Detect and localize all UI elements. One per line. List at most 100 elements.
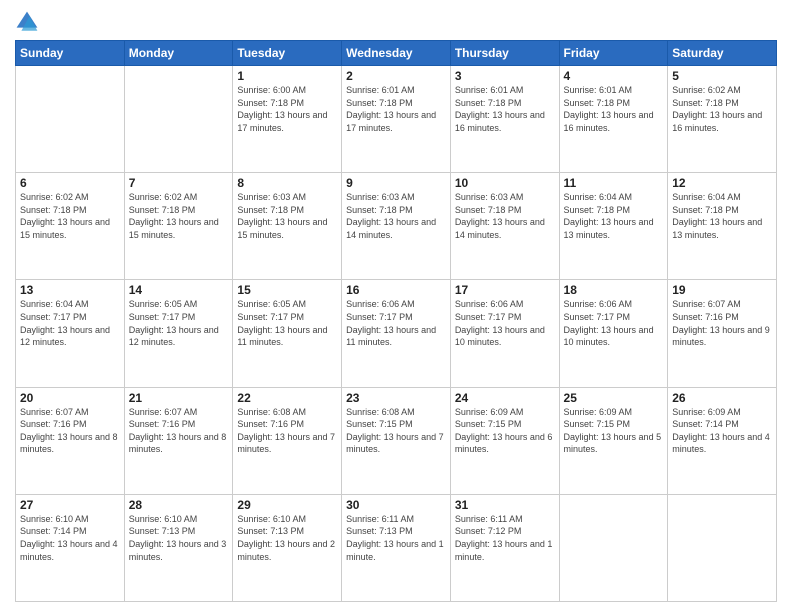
calendar-cell: 4Sunrise: 6:01 AM Sunset: 7:18 PM Daylig…: [559, 66, 668, 173]
day-number: 3: [455, 69, 555, 83]
calendar-cell: 5Sunrise: 6:02 AM Sunset: 7:18 PM Daylig…: [668, 66, 777, 173]
calendar-cell: 10Sunrise: 6:03 AM Sunset: 7:18 PM Dayli…: [450, 173, 559, 280]
day-info: Sunrise: 6:05 AM Sunset: 7:17 PM Dayligh…: [237, 298, 337, 348]
day-info: Sunrise: 6:03 AM Sunset: 7:18 PM Dayligh…: [237, 191, 337, 241]
day-number: 8: [237, 176, 337, 190]
day-info: Sunrise: 6:03 AM Sunset: 7:18 PM Dayligh…: [346, 191, 446, 241]
calendar-cell: 18Sunrise: 6:06 AM Sunset: 7:17 PM Dayli…: [559, 280, 668, 387]
calendar-cell: [559, 494, 668, 601]
day-number: 19: [672, 283, 772, 297]
header: [15, 10, 777, 34]
calendar-cell: 20Sunrise: 6:07 AM Sunset: 7:16 PM Dayli…: [16, 387, 125, 494]
calendar-cell: 16Sunrise: 6:06 AM Sunset: 7:17 PM Dayli…: [342, 280, 451, 387]
day-number: 12: [672, 176, 772, 190]
day-info: Sunrise: 6:06 AM Sunset: 7:17 PM Dayligh…: [455, 298, 555, 348]
calendar-table: SundayMondayTuesdayWednesdayThursdayFrid…: [15, 40, 777, 602]
day-info: Sunrise: 6:08 AM Sunset: 7:15 PM Dayligh…: [346, 406, 446, 456]
day-number: 6: [20, 176, 120, 190]
day-number: 25: [564, 391, 664, 405]
day-info: Sunrise: 6:08 AM Sunset: 7:16 PM Dayligh…: [237, 406, 337, 456]
day-number: 18: [564, 283, 664, 297]
day-number: 7: [129, 176, 229, 190]
day-number: 28: [129, 498, 229, 512]
calendar-cell: 23Sunrise: 6:08 AM Sunset: 7:15 PM Dayli…: [342, 387, 451, 494]
day-number: 24: [455, 391, 555, 405]
day-number: 15: [237, 283, 337, 297]
calendar-day-header: Tuesday: [233, 41, 342, 66]
calendar-cell: 14Sunrise: 6:05 AM Sunset: 7:17 PM Dayli…: [124, 280, 233, 387]
calendar-cell: 9Sunrise: 6:03 AM Sunset: 7:18 PM Daylig…: [342, 173, 451, 280]
day-number: 11: [564, 176, 664, 190]
calendar-cell: 30Sunrise: 6:11 AM Sunset: 7:13 PM Dayli…: [342, 494, 451, 601]
day-number: 10: [455, 176, 555, 190]
day-number: 4: [564, 69, 664, 83]
calendar-day-header: Monday: [124, 41, 233, 66]
calendar-cell: 13Sunrise: 6:04 AM Sunset: 7:17 PM Dayli…: [16, 280, 125, 387]
day-number: 9: [346, 176, 446, 190]
calendar-cell: 25Sunrise: 6:09 AM Sunset: 7:15 PM Dayli…: [559, 387, 668, 494]
day-info: Sunrise: 6:01 AM Sunset: 7:18 PM Dayligh…: [564, 84, 664, 134]
calendar-week-row: 6Sunrise: 6:02 AM Sunset: 7:18 PM Daylig…: [16, 173, 777, 280]
calendar-week-row: 13Sunrise: 6:04 AM Sunset: 7:17 PM Dayli…: [16, 280, 777, 387]
calendar-cell: [668, 494, 777, 601]
calendar-cell: [124, 66, 233, 173]
calendar-cell: 22Sunrise: 6:08 AM Sunset: 7:16 PM Dayli…: [233, 387, 342, 494]
calendar-header-row: SundayMondayTuesdayWednesdayThursdayFrid…: [16, 41, 777, 66]
day-number: 31: [455, 498, 555, 512]
calendar-week-row: 1Sunrise: 6:00 AM Sunset: 7:18 PM Daylig…: [16, 66, 777, 173]
day-number: 22: [237, 391, 337, 405]
day-info: Sunrise: 6:11 AM Sunset: 7:13 PM Dayligh…: [346, 513, 446, 563]
day-info: Sunrise: 6:06 AM Sunset: 7:17 PM Dayligh…: [346, 298, 446, 348]
logo: [15, 10, 43, 34]
day-number: 2: [346, 69, 446, 83]
calendar-day-header: Sunday: [16, 41, 125, 66]
day-info: Sunrise: 6:11 AM Sunset: 7:12 PM Dayligh…: [455, 513, 555, 563]
day-number: 21: [129, 391, 229, 405]
calendar-cell: 17Sunrise: 6:06 AM Sunset: 7:17 PM Dayli…: [450, 280, 559, 387]
day-number: 23: [346, 391, 446, 405]
day-number: 5: [672, 69, 772, 83]
day-info: Sunrise: 6:04 AM Sunset: 7:17 PM Dayligh…: [20, 298, 120, 348]
calendar-cell: 7Sunrise: 6:02 AM Sunset: 7:18 PM Daylig…: [124, 173, 233, 280]
logo-icon: [15, 10, 39, 34]
day-info: Sunrise: 6:03 AM Sunset: 7:18 PM Dayligh…: [455, 191, 555, 241]
day-number: 17: [455, 283, 555, 297]
calendar-cell: 12Sunrise: 6:04 AM Sunset: 7:18 PM Dayli…: [668, 173, 777, 280]
day-info: Sunrise: 6:09 AM Sunset: 7:15 PM Dayligh…: [455, 406, 555, 456]
day-number: 26: [672, 391, 772, 405]
day-number: 20: [20, 391, 120, 405]
day-number: 1: [237, 69, 337, 83]
calendar-cell: 8Sunrise: 6:03 AM Sunset: 7:18 PM Daylig…: [233, 173, 342, 280]
day-info: Sunrise: 6:02 AM Sunset: 7:18 PM Dayligh…: [20, 191, 120, 241]
calendar-cell: [16, 66, 125, 173]
day-info: Sunrise: 6:02 AM Sunset: 7:18 PM Dayligh…: [129, 191, 229, 241]
day-info: Sunrise: 6:07 AM Sunset: 7:16 PM Dayligh…: [20, 406, 120, 456]
calendar-day-header: Friday: [559, 41, 668, 66]
calendar-cell: 11Sunrise: 6:04 AM Sunset: 7:18 PM Dayli…: [559, 173, 668, 280]
day-info: Sunrise: 6:10 AM Sunset: 7:13 PM Dayligh…: [129, 513, 229, 563]
calendar-day-header: Saturday: [668, 41, 777, 66]
day-info: Sunrise: 6:05 AM Sunset: 7:17 PM Dayligh…: [129, 298, 229, 348]
day-info: Sunrise: 6:04 AM Sunset: 7:18 PM Dayligh…: [564, 191, 664, 241]
calendar-cell: 6Sunrise: 6:02 AM Sunset: 7:18 PM Daylig…: [16, 173, 125, 280]
calendar-cell: 27Sunrise: 6:10 AM Sunset: 7:14 PM Dayli…: [16, 494, 125, 601]
day-info: Sunrise: 6:06 AM Sunset: 7:17 PM Dayligh…: [564, 298, 664, 348]
calendar-week-row: 20Sunrise: 6:07 AM Sunset: 7:16 PM Dayli…: [16, 387, 777, 494]
day-info: Sunrise: 6:09 AM Sunset: 7:14 PM Dayligh…: [672, 406, 772, 456]
calendar-cell: 31Sunrise: 6:11 AM Sunset: 7:12 PM Dayli…: [450, 494, 559, 601]
calendar-day-header: Wednesday: [342, 41, 451, 66]
page: SundayMondayTuesdayWednesdayThursdayFrid…: [0, 0, 792, 612]
day-info: Sunrise: 6:09 AM Sunset: 7:15 PM Dayligh…: [564, 406, 664, 456]
calendar-cell: 1Sunrise: 6:00 AM Sunset: 7:18 PM Daylig…: [233, 66, 342, 173]
day-number: 16: [346, 283, 446, 297]
day-info: Sunrise: 6:00 AM Sunset: 7:18 PM Dayligh…: [237, 84, 337, 134]
calendar-cell: 24Sunrise: 6:09 AM Sunset: 7:15 PM Dayli…: [450, 387, 559, 494]
calendar-cell: 3Sunrise: 6:01 AM Sunset: 7:18 PM Daylig…: [450, 66, 559, 173]
day-info: Sunrise: 6:01 AM Sunset: 7:18 PM Dayligh…: [455, 84, 555, 134]
calendar-cell: 26Sunrise: 6:09 AM Sunset: 7:14 PM Dayli…: [668, 387, 777, 494]
calendar-cell: 15Sunrise: 6:05 AM Sunset: 7:17 PM Dayli…: [233, 280, 342, 387]
calendar-cell: 19Sunrise: 6:07 AM Sunset: 7:16 PM Dayli…: [668, 280, 777, 387]
calendar-cell: 2Sunrise: 6:01 AM Sunset: 7:18 PM Daylig…: [342, 66, 451, 173]
day-info: Sunrise: 6:02 AM Sunset: 7:18 PM Dayligh…: [672, 84, 772, 134]
day-info: Sunrise: 6:01 AM Sunset: 7:18 PM Dayligh…: [346, 84, 446, 134]
